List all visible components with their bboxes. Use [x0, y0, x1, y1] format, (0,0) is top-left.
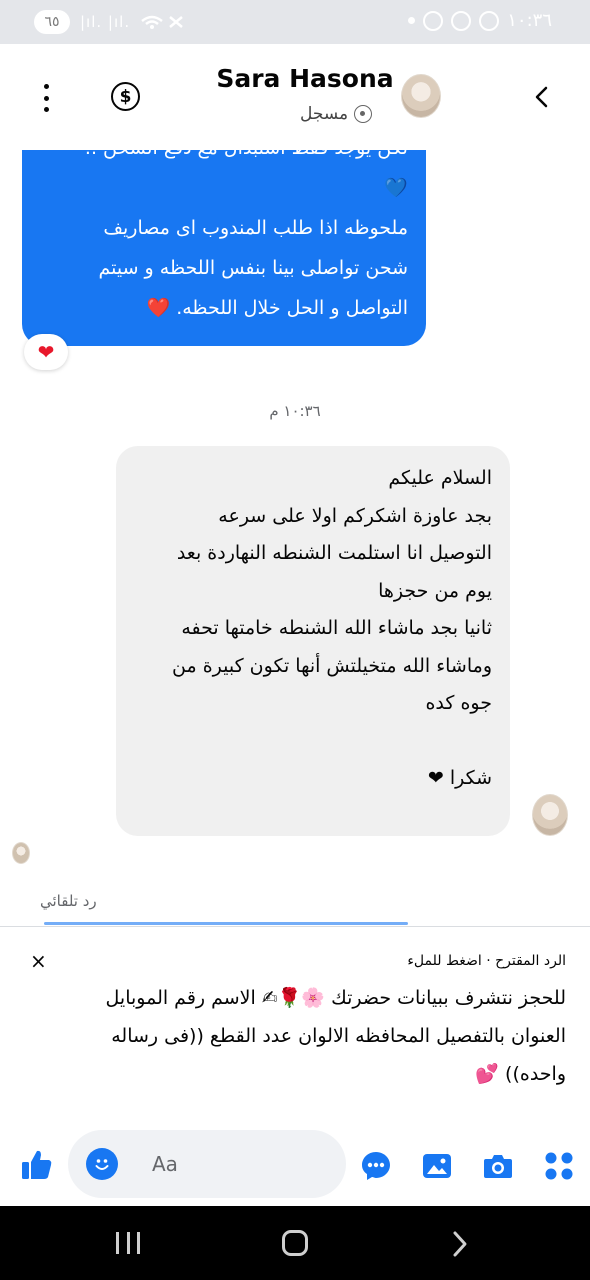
system-nav-bar [0, 1206, 590, 1280]
message-line: بجد عاوزة اشكركم اولا على سرعه [218, 504, 492, 527]
message-line: شكرا ❤ [427, 767, 492, 789]
app-notif-icon [479, 10, 500, 31]
like-icon[interactable] [20, 1148, 54, 1182]
messenger-notif-icon [423, 10, 444, 31]
incoming-message-bubble[interactable]: السلام عليكم بجد عاوزة اشكركم اولا على س… [116, 446, 510, 836]
status-left: ٦٥ |ıl. |ıl. [34, 10, 186, 34]
chat-header: $ Sara Hasona مسجل [0, 44, 590, 150]
wifi-mute-icon [141, 15, 183, 29]
home-icon[interactable] [282, 1230, 308, 1256]
dollar-icon[interactable]: $ [111, 82, 140, 111]
status-time: ١٠:٣٦ [507, 10, 552, 31]
message-line: 💙 [384, 177, 408, 199]
contact-status: مسجل [300, 104, 373, 124]
sender-avatar[interactable] [532, 794, 568, 836]
message-line: ملحوظه اذا طلب المندوب اى مصاريف [103, 217, 408, 239]
signal-icons: |ıl. |ıl. [80, 13, 131, 31]
message-line: شحن تواصلى بينا بنفس اللحظه و سيتم [98, 257, 408, 279]
message-line [132, 723, 492, 761]
message-peek-edge [44, 922, 408, 925]
gallery-icon[interactable] [421, 1150, 453, 1182]
camera-icon[interactable] [482, 1150, 514, 1182]
message-line: السلام عليكم [388, 467, 492, 489]
message-line: يوم من حجزها [378, 579, 492, 602]
whatsapp-notif-icon [451, 10, 472, 31]
recent-apps-icon[interactable] [116, 1232, 140, 1254]
smiley-glyph [95, 1159, 109, 1170]
message-line: وماشاء الله متخيلتش أنها تكون كبيرة من [172, 654, 492, 677]
message-composer [0, 1120, 590, 1206]
message-line: التواصل و الحل خلال اللحظه. ❤️ [146, 297, 409, 319]
apps-icon[interactable] [543, 1150, 575, 1182]
contact-avatar[interactable] [401, 74, 441, 118]
message-line: ثانيا بجد ماشاء الله الشنطه خامتها تحفه [181, 617, 492, 639]
back-icon[interactable] [530, 84, 556, 110]
suggested-reply-header: الرد المقترح · اضغط للملء [407, 953, 566, 969]
suggested-line: للحجز نتشرف ببيانات حضرتك 🌸🌹✍ الاسم رقم … [105, 987, 566, 1009]
suggested-line: واحده)) 💕 [475, 1063, 566, 1085]
message-reaction[interactable]: ❤ [24, 334, 68, 370]
more-options-icon[interactable] [38, 84, 54, 112]
status-bar: ٦٥ |ıl. |ıl. ١٠:٣٦ [0, 0, 590, 44]
suggested-line: العنوان بالتفصيل المحافظه الالوان عدد ال… [111, 1025, 566, 1047]
contact-status-label: مسجل [300, 104, 349, 124]
auto-reply-label: رد تلقائي [40, 892, 97, 910]
status-right: ١٠:٣٦ [408, 10, 552, 31]
seen-receipt-avatar [12, 842, 30, 864]
suggested-reply-panel[interactable]: × الرد المقترح · اضغط للملء للحجز نتشرف … [0, 926, 590, 1120]
emoji-icon[interactable] [86, 1148, 118, 1180]
message-line: لكن يوجد فقط استبدال مع دفع الشحن .. [36, 150, 408, 168]
message-input[interactable] [152, 1150, 322, 1178]
nav-back-icon[interactable] [450, 1230, 470, 1258]
suggested-reply-text[interactable]: للحجز نتشرف ببيانات حضرتك 🌸🌹✍ الاسم رقم … [16, 979, 566, 1093]
message-timestamp: ١٠:٣٦ م [269, 402, 321, 420]
battery-indicator: ٦٥ [34, 10, 70, 34]
message-line: التوصيل انا استلمت الشنطه النهاردة بعد [176, 542, 492, 564]
outgoing-message-text: لكن يوجد فقط استبدال مع دفع الشحن .. 💙 م… [36, 150, 408, 328]
close-icon[interactable]: × [30, 949, 47, 973]
chat-icon[interactable] [360, 1150, 392, 1182]
registered-icon [354, 105, 373, 123]
message-line: جوه كده [425, 692, 492, 714]
notification-dot [408, 17, 416, 24]
outgoing-message-bubble[interactable]: لكن يوجد فقط استبدال مع دفع الشحن .. 💙 م… [22, 150, 426, 346]
